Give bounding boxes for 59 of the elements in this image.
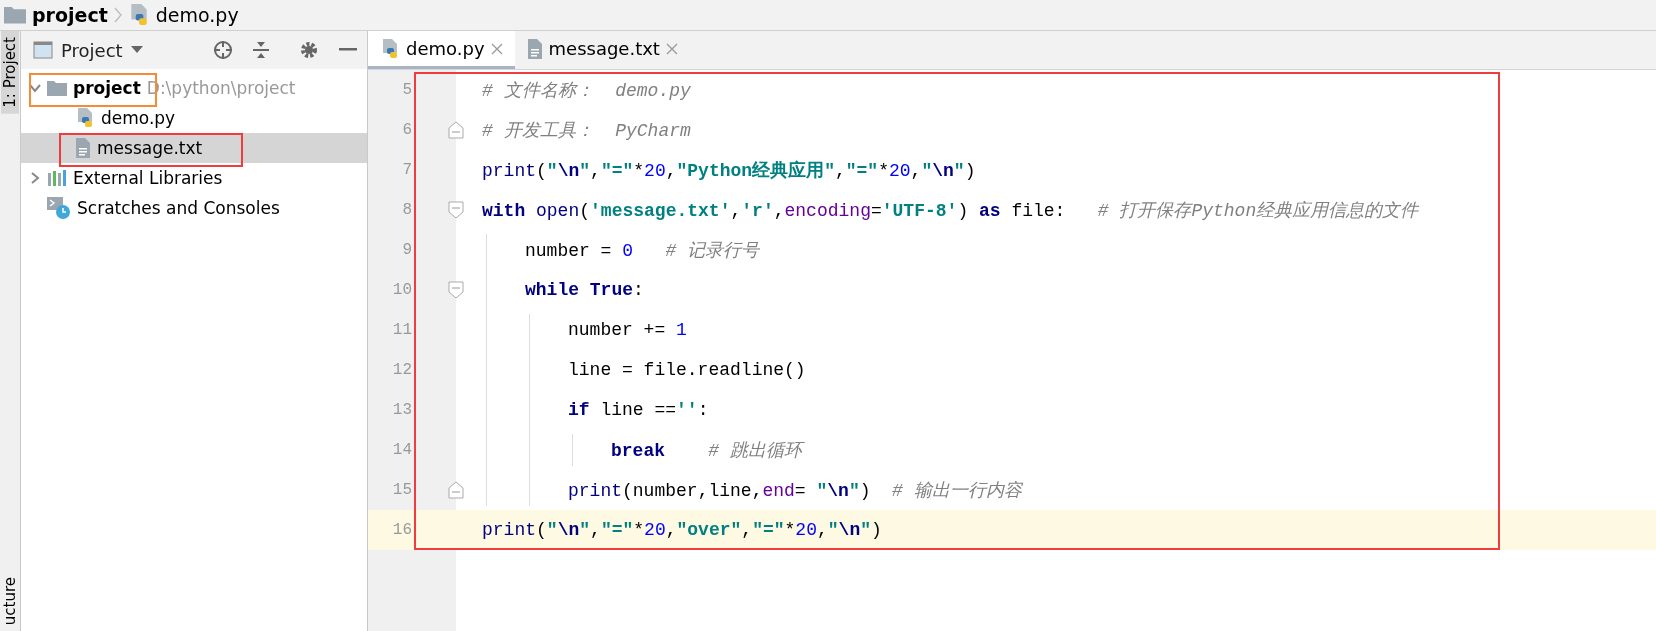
line-number: 9 [401, 241, 412, 259]
tree-item-label: External Libraries [73, 168, 223, 188]
settings-icon[interactable] [299, 40, 319, 60]
tree-item-label: Scratches and Consoles [77, 198, 280, 218]
line-number: 7 [401, 161, 412, 179]
chevron-icon [113, 7, 122, 23]
editor-tab[interactable]: demo.py [368, 31, 515, 69]
target-icon[interactable] [213, 40, 233, 60]
line-number: 11 [391, 321, 412, 339]
line-number: 15 [391, 481, 412, 499]
tree-item[interactable]: Scratches and Consoles [21, 193, 367, 223]
tree-item-label: project [73, 78, 141, 98]
minimize-icon[interactable] [339, 48, 357, 52]
code-line: line = file.readline() [568, 360, 806, 380]
line-number: 5 [401, 81, 412, 99]
text-file-icon [75, 138, 91, 158]
code-line: with open('message.txt','r',encoding='UTF-8') as file: # 打开保存Python经典应用信息的文件 [482, 200, 1419, 222]
line-number: 10 [391, 281, 412, 299]
code-line: number = 0 # 记录行号 [525, 240, 760, 262]
python-file-icon [380, 38, 400, 59]
fold-marker-icon[interactable] [448, 481, 464, 499]
code-line: if line =='': [568, 400, 709, 420]
scratch-console-icon [47, 196, 71, 220]
folder-icon [4, 6, 26, 24]
line-number: 13 [391, 401, 412, 419]
breadcrumb-item[interactable]: demo.py [127, 4, 239, 26]
editor-tab[interactable]: message.txt [514, 31, 690, 69]
code-line: print("\n","="*20,"over","="*20,"\n") [482, 520, 882, 540]
code-line: number += 1 [568, 320, 687, 340]
project-tool-tab[interactable]: 1: Project [1, 31, 19, 114]
window-icon [33, 41, 53, 59]
code-line: print(number,line,end= "\n") # 输出一行内容 [568, 480, 1022, 502]
tree-item[interactable]: External Libraries [21, 163, 367, 193]
code-line: # 文件名称： demo.py [482, 80, 691, 102]
collapse-all-icon[interactable] [251, 40, 271, 60]
python-file-icon [75, 108, 95, 128]
library-icon [47, 170, 67, 186]
fold-marker-icon[interactable] [448, 121, 464, 139]
breadcrumb-item[interactable]: project [4, 4, 108, 26]
code-line: print("\n","="*20,"Python经典应用","="*20,"\n") [482, 159, 976, 182]
fold-marker-icon[interactable] [448, 281, 464, 299]
tree-item[interactable]: demo.py [21, 103, 367, 133]
tree-item-label: message.txt [97, 138, 203, 158]
dropdown-caret-icon[interactable] [130, 46, 143, 54]
tree-item-label: demo.py [101, 108, 176, 128]
line-number: 12 [391, 361, 412, 379]
code-line: while True: [525, 280, 644, 300]
line-number: 6 [401, 121, 412, 139]
close-icon[interactable] [665, 42, 678, 55]
code-line: # 开发工具： PyCharm [482, 120, 691, 142]
text-file-icon [526, 38, 543, 59]
close-icon[interactable] [490, 42, 503, 55]
structure-tool-tab[interactable]: ucture [1, 570, 19, 631]
line-number: 8 [401, 201, 412, 219]
panel-title[interactable]: Project [61, 39, 123, 61]
fold-marker-icon[interactable] [448, 201, 464, 219]
line-number: 16 [391, 521, 412, 539]
line-number: 14 [391, 441, 412, 459]
folder-icon [47, 80, 67, 96]
